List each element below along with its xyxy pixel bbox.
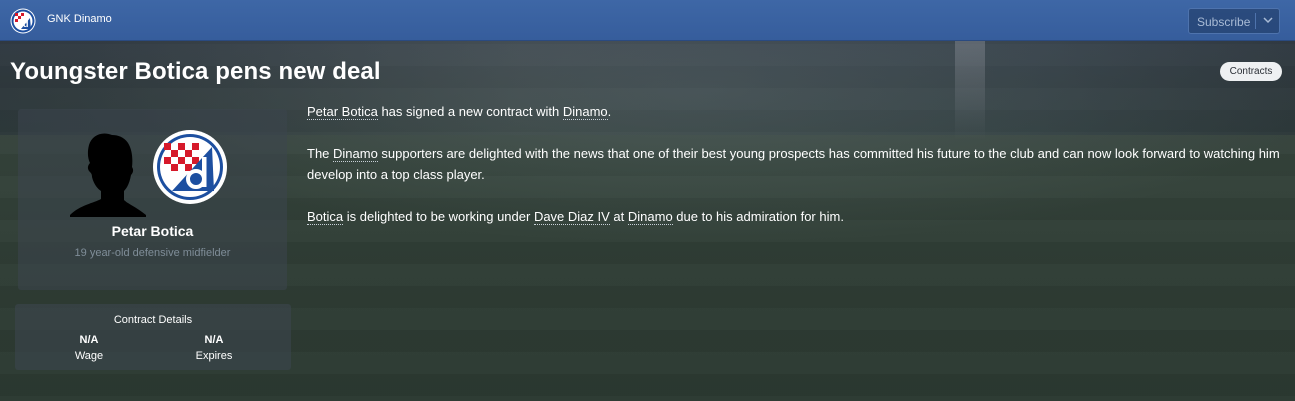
- player-card[interactable]: Petar Botica 19 year-old defensive midfi…: [18, 109, 287, 290]
- player-name[interactable]: Petar Botica: [18, 223, 287, 239]
- club-link[interactable]: Dinamo: [333, 146, 378, 162]
- article-text: at: [609, 209, 628, 224]
- wage-label: Wage: [74, 350, 104, 362]
- player-link[interactable]: Petar Botica: [307, 104, 378, 120]
- news-article: Petar Botica has signed a new contract w…: [307, 101, 1282, 248]
- article-text: has signed a new contract with: [377, 104, 563, 119]
- article-text: The: [307, 146, 334, 161]
- wage-value: N/A: [79, 334, 99, 346]
- article-text: supporters are delighted with the news t…: [307, 146, 1280, 182]
- club-header-bar: d GNK Dinamo Subscribe: [0, 0, 1295, 41]
- expires-column: N/A Expires: [164, 334, 264, 362]
- news-headline: Youngster Botica pens new deal: [10, 58, 381, 85]
- manager-link[interactable]: Dave Diaz IV: [533, 209, 610, 225]
- wage-column: N/A Wage: [39, 334, 139, 362]
- article-text: .: [607, 104, 612, 119]
- player-description: 19 year-old defensive midfielder: [74, 247, 231, 259]
- subscribe-dropdown[interactable]: Subscribe: [1188, 8, 1280, 34]
- article-text: due to his admiration for him.: [672, 209, 844, 224]
- article-paragraph: The Dinamo supporters are delighted with…: [307, 143, 1282, 185]
- contract-details-card: Contract Details N/A Wage N/A Expires: [15, 304, 291, 370]
- player-link[interactable]: Botica: [307, 209, 344, 225]
- expires-value: N/A: [204, 334, 224, 346]
- chevron-down-icon[interactable]: [1261, 13, 1275, 27]
- article-paragraph: Petar Botica has signed a new contract w…: [307, 101, 1282, 122]
- article-paragraph: Botica is delighted to be working under …: [307, 206, 1282, 227]
- club-link[interactable]: Dinamo: [562, 104, 608, 120]
- player-silhouette-icon: [70, 133, 146, 217]
- subscribe-label: Subscribe: [1197, 15, 1251, 29]
- category-badge[interactable]: Contracts: [1220, 62, 1282, 81]
- club-name[interactable]: GNK Dinamo: [47, 13, 112, 25]
- contract-details-title: Contract Details: [113, 314, 193, 326]
- subscribe-divider: [1255, 13, 1256, 29]
- club-crest-icon[interactable]: [152, 129, 228, 205]
- article-text: is delighted to be working under: [343, 209, 534, 224]
- svg-text:d: d: [23, 19, 29, 29]
- expires-label: Expires: [195, 350, 233, 362]
- club-logo-icon[interactable]: d: [10, 8, 36, 34]
- club-link[interactable]: Dinamo: [627, 209, 673, 225]
